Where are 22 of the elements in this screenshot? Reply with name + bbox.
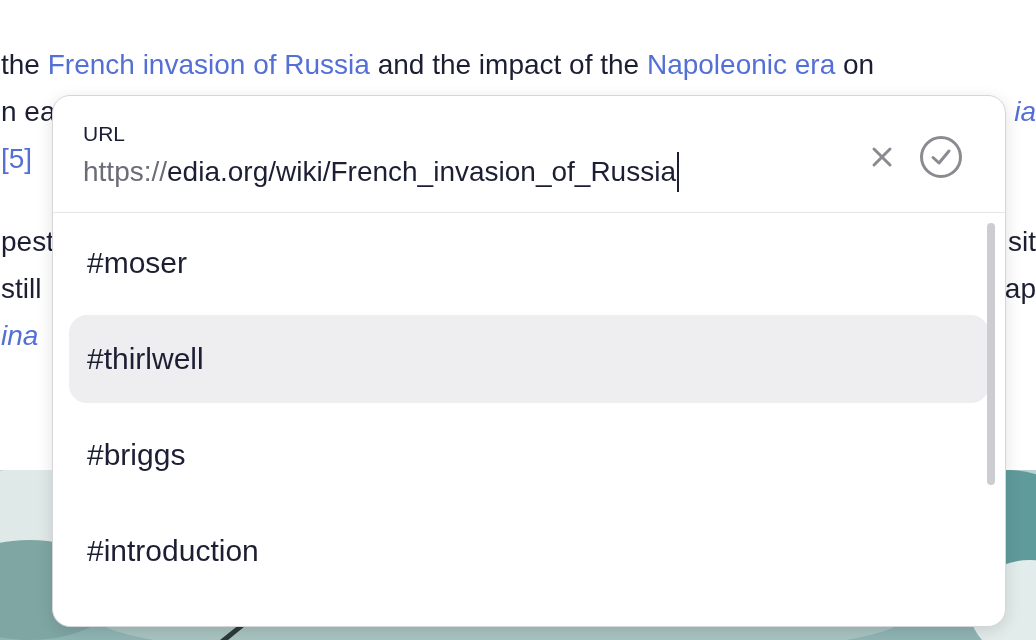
article-link[interactable]: Napoleonic era [646,49,836,80]
body-text: pest [1,226,54,257]
scrollbar[interactable] [987,223,995,485]
body-text: sit [1008,226,1036,257]
anchor-option[interactable]: #introduction [69,507,989,595]
anchor-option[interactable]: #moser [69,219,989,307]
body-text: on [842,49,875,80]
body-text: ap [1004,273,1036,304]
article-link[interactable]: French invasion of Russia [47,49,370,80]
url-field[interactable]: URL https://edia.org/wiki/French_invasion_of_Russia [83,122,849,192]
anchor-option[interactable]: #briggs [69,411,989,499]
article-link[interactable]: [5] [1,143,33,174]
article-link[interactable]: ina [1,320,39,351]
body-text: the [1,49,41,80]
article-link[interactable]: ia [1014,96,1036,127]
body-text: still [1,273,42,304]
url-value: edia.org/wiki/French_invasion_of_Russia [167,156,676,188]
url-prefix: https:// [83,156,168,188]
field-label: URL [83,122,125,146]
text-cursor [677,152,679,192]
body-text: and the impact of the [376,49,641,80]
anchor-option[interactable]: #thirlwell [69,315,989,403]
